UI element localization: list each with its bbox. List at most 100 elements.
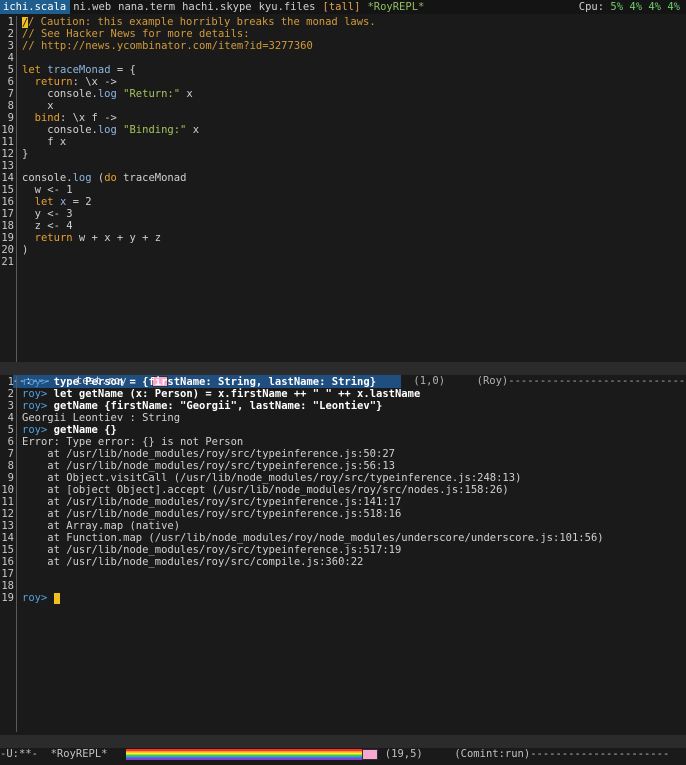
code-line-text: z <- 4 xyxy=(22,220,73,232)
repl-line-text: at /usr/lib/node_modules/roy/src/typeinf… xyxy=(22,508,402,520)
repl-line[interactable]: 6 Error: Type error: {} is not Person xyxy=(0,436,686,448)
repl-line-text: at Object.visitCall (/usr/lib/node_modul… xyxy=(22,472,522,484)
code-line[interactable]: 19 return w + x + y + z xyxy=(0,232,686,244)
line-number: 17 xyxy=(1,568,14,580)
repl-line[interactable]: 14 at Function.map (/usr/lib/node_module… xyxy=(0,532,686,544)
code-line[interactable]: 7 console.log "Return:" x xyxy=(0,88,686,100)
nyan-progress xyxy=(126,748,363,760)
code-line[interactable]: 5 let traceMonad = { xyxy=(0,64,686,76)
code-line[interactable]: 9 bind: \x f -> xyxy=(0,112,686,124)
code-line[interactable]: 15 w <- 1 xyxy=(0,184,686,196)
repl-line-text: at /usr/lib/node_modules/roy/src/typeinf… xyxy=(22,448,395,460)
repl-line-text: at Function.map (/usr/lib/node_modules/r… xyxy=(22,532,604,544)
repl-line-text: at /usr/lib/node_modules/roy/src/typeinf… xyxy=(22,460,395,472)
code-line-text: console.log "Binding:" x xyxy=(22,124,200,136)
repl-line-text: roy> xyxy=(16,592,60,604)
repl-line[interactable]: 4 Georgii Leontiev : String xyxy=(0,412,686,424)
code-line[interactable]: 21 xyxy=(0,256,686,268)
window-tab[interactable]: ni.web xyxy=(70,0,115,14)
cpu-core-3: 4% xyxy=(667,1,680,13)
code-line[interactable]: 1 // Caution: this example horribly break… xyxy=(0,16,686,29)
code-line[interactable]: 8 x xyxy=(0,100,686,112)
repl-line[interactable]: 19 roy> xyxy=(0,592,686,604)
window-tab[interactable]: ichi.scala xyxy=(0,0,71,14)
repl-line[interactable]: 15 at /usr/lib/node_modules/roy/src/type… xyxy=(0,544,686,556)
repl-line[interactable]: 16 at /usr/lib/node_modules/roy/src/comp… xyxy=(0,556,686,568)
modeline-status: -U:**- xyxy=(0,748,38,760)
code-line-text: return: \x -> xyxy=(34,76,117,88)
line-number: 13 xyxy=(1,520,14,532)
repl-line[interactable]: 13 at Array.map (native) xyxy=(0,520,686,532)
modeline-position: (19,5) xyxy=(384,748,423,760)
code-line[interactable]: 2 // See Hacker News for more details: xyxy=(0,28,686,40)
line-number: 18 xyxy=(1,220,14,232)
line-number: 4 xyxy=(7,412,14,424)
line-number: 20 xyxy=(1,244,14,256)
line-number: 14 xyxy=(1,532,14,544)
line-number: 8 xyxy=(7,100,14,112)
line-number: 1 xyxy=(7,16,14,28)
code-line[interactable]: 10 console.log "Binding:" x xyxy=(0,124,686,136)
code-line[interactable]: 17 y <- 3 xyxy=(0,208,686,220)
repl-line[interactable]: 18 xyxy=(0,580,686,592)
line-number: 19 xyxy=(1,232,14,244)
repl-line[interactable]: 2 roy> let getName (x: Person) = x.firstN… xyxy=(0,388,686,400)
code-line[interactable]: 18 z <- 4 xyxy=(0,220,686,232)
repl-line-text: at /usr/lib/node_modules/roy/src/typeinf… xyxy=(22,496,402,508)
code-line[interactable]: 11 f x xyxy=(0,136,686,148)
modeline-buffer-name[interactable]: *RoyREPL* xyxy=(51,748,108,760)
code-line[interactable]: 6 return: \x -> xyxy=(0,76,686,88)
line-number: 5 xyxy=(7,424,14,436)
repl-line[interactable]: 8 at /usr/lib/node_modules/roy/src/typei… xyxy=(0,460,686,472)
repl-line[interactable]: 12 at /usr/lib/node_modules/roy/src/type… xyxy=(0,508,686,520)
line-number: 11 xyxy=(1,496,14,508)
repl-line-text: at Array.map (native) xyxy=(22,520,181,532)
window-tab[interactable]: nana.term xyxy=(115,0,179,14)
window-tab[interactable]: *RoyREPL* xyxy=(364,0,428,14)
repl-line[interactable]: 3 roy> getName {firstName: "Georgii", las… xyxy=(0,400,686,412)
code-line[interactable]: 20) xyxy=(0,244,686,256)
code-line[interactable]: 13 xyxy=(0,160,686,172)
repl-line[interactable]: 10 at [object Object].accept (/usr/lib/n… xyxy=(0,484,686,496)
code-line-text: let traceMonad = { xyxy=(22,64,136,76)
repl-line[interactable]: 9 at Object.visitCall (/usr/lib/node_mod… xyxy=(0,472,686,484)
code-line[interactable]: 12} xyxy=(0,148,686,160)
editor-pane[interactable]: 1 // Caution: this example horribly break… xyxy=(0,16,686,362)
repl-line[interactable]: 7 at /usr/lib/node_modules/roy/src/typei… xyxy=(0,448,686,460)
repl-pane[interactable]: 1 roy> type Person = {firstName: String, … xyxy=(0,376,686,732)
code-line[interactable]: 16 let x = 2 xyxy=(0,196,686,208)
window-tab-bar: ichi.scala ni.web nana.term hachi.skype kyu.… xyxy=(0,0,686,14)
line-number: 3 xyxy=(7,40,14,52)
repl-line[interactable]: 11 at /usr/lib/node_modules/roy/src/type… xyxy=(0,496,686,508)
line-number: 9 xyxy=(7,472,14,484)
nyan-cat-icon xyxy=(362,748,379,760)
code-line-text: w <- 1 xyxy=(22,184,73,196)
line-number: 2 xyxy=(7,28,14,40)
repl-line[interactable]: 17 xyxy=(0,568,686,580)
code-line-text: // See Hacker News for more details: xyxy=(22,28,250,40)
line-number: 6 xyxy=(7,76,14,88)
line-number: 12 xyxy=(1,508,14,520)
code-line[interactable]: 4 xyxy=(0,52,686,64)
modeline-fill: ---------------------- xyxy=(530,748,670,760)
code-line[interactable]: 3 // http://news.ycombinator.com/item?id=… xyxy=(0,40,686,52)
line-number: 6 xyxy=(7,436,14,448)
code-line[interactable]: 14 console.log (do traceMonad xyxy=(0,172,686,184)
code-line-text: // Caution: this example horribly breaks… xyxy=(22,16,376,29)
repl-line-text: at [object Object].accept (/usr/lib/node… xyxy=(22,484,509,496)
code-line-text: console.log (do traceMonad xyxy=(22,172,187,184)
window-tab[interactable]: kyu.files xyxy=(256,0,320,14)
repl-line-text: at /usr/lib/node_modules/roy/src/compile… xyxy=(22,556,364,568)
repl-line[interactable]: 5 roy> getName {} xyxy=(0,424,686,436)
line-number: 7 xyxy=(7,448,14,460)
window-tab[interactable]: [tall] xyxy=(320,0,365,14)
line-number: 11 xyxy=(1,136,14,148)
line-number: 9 xyxy=(7,112,14,124)
repl-line[interactable]: 1 roy> type Person = {firstName: String, … xyxy=(0,376,686,388)
line-number: 8 xyxy=(7,460,14,472)
window-tab[interactable]: hachi.skype xyxy=(179,0,256,14)
line-number: 16 xyxy=(1,556,14,568)
editor-modeline: --:--- test.roy (1,0) (Roy)-------------… xyxy=(0,362,686,388)
repl-modeline: -U:**- *RoyREPL* (19,5) (Comint:run)----… xyxy=(0,735,686,760)
cpu-core-0: 5% xyxy=(610,1,624,13)
